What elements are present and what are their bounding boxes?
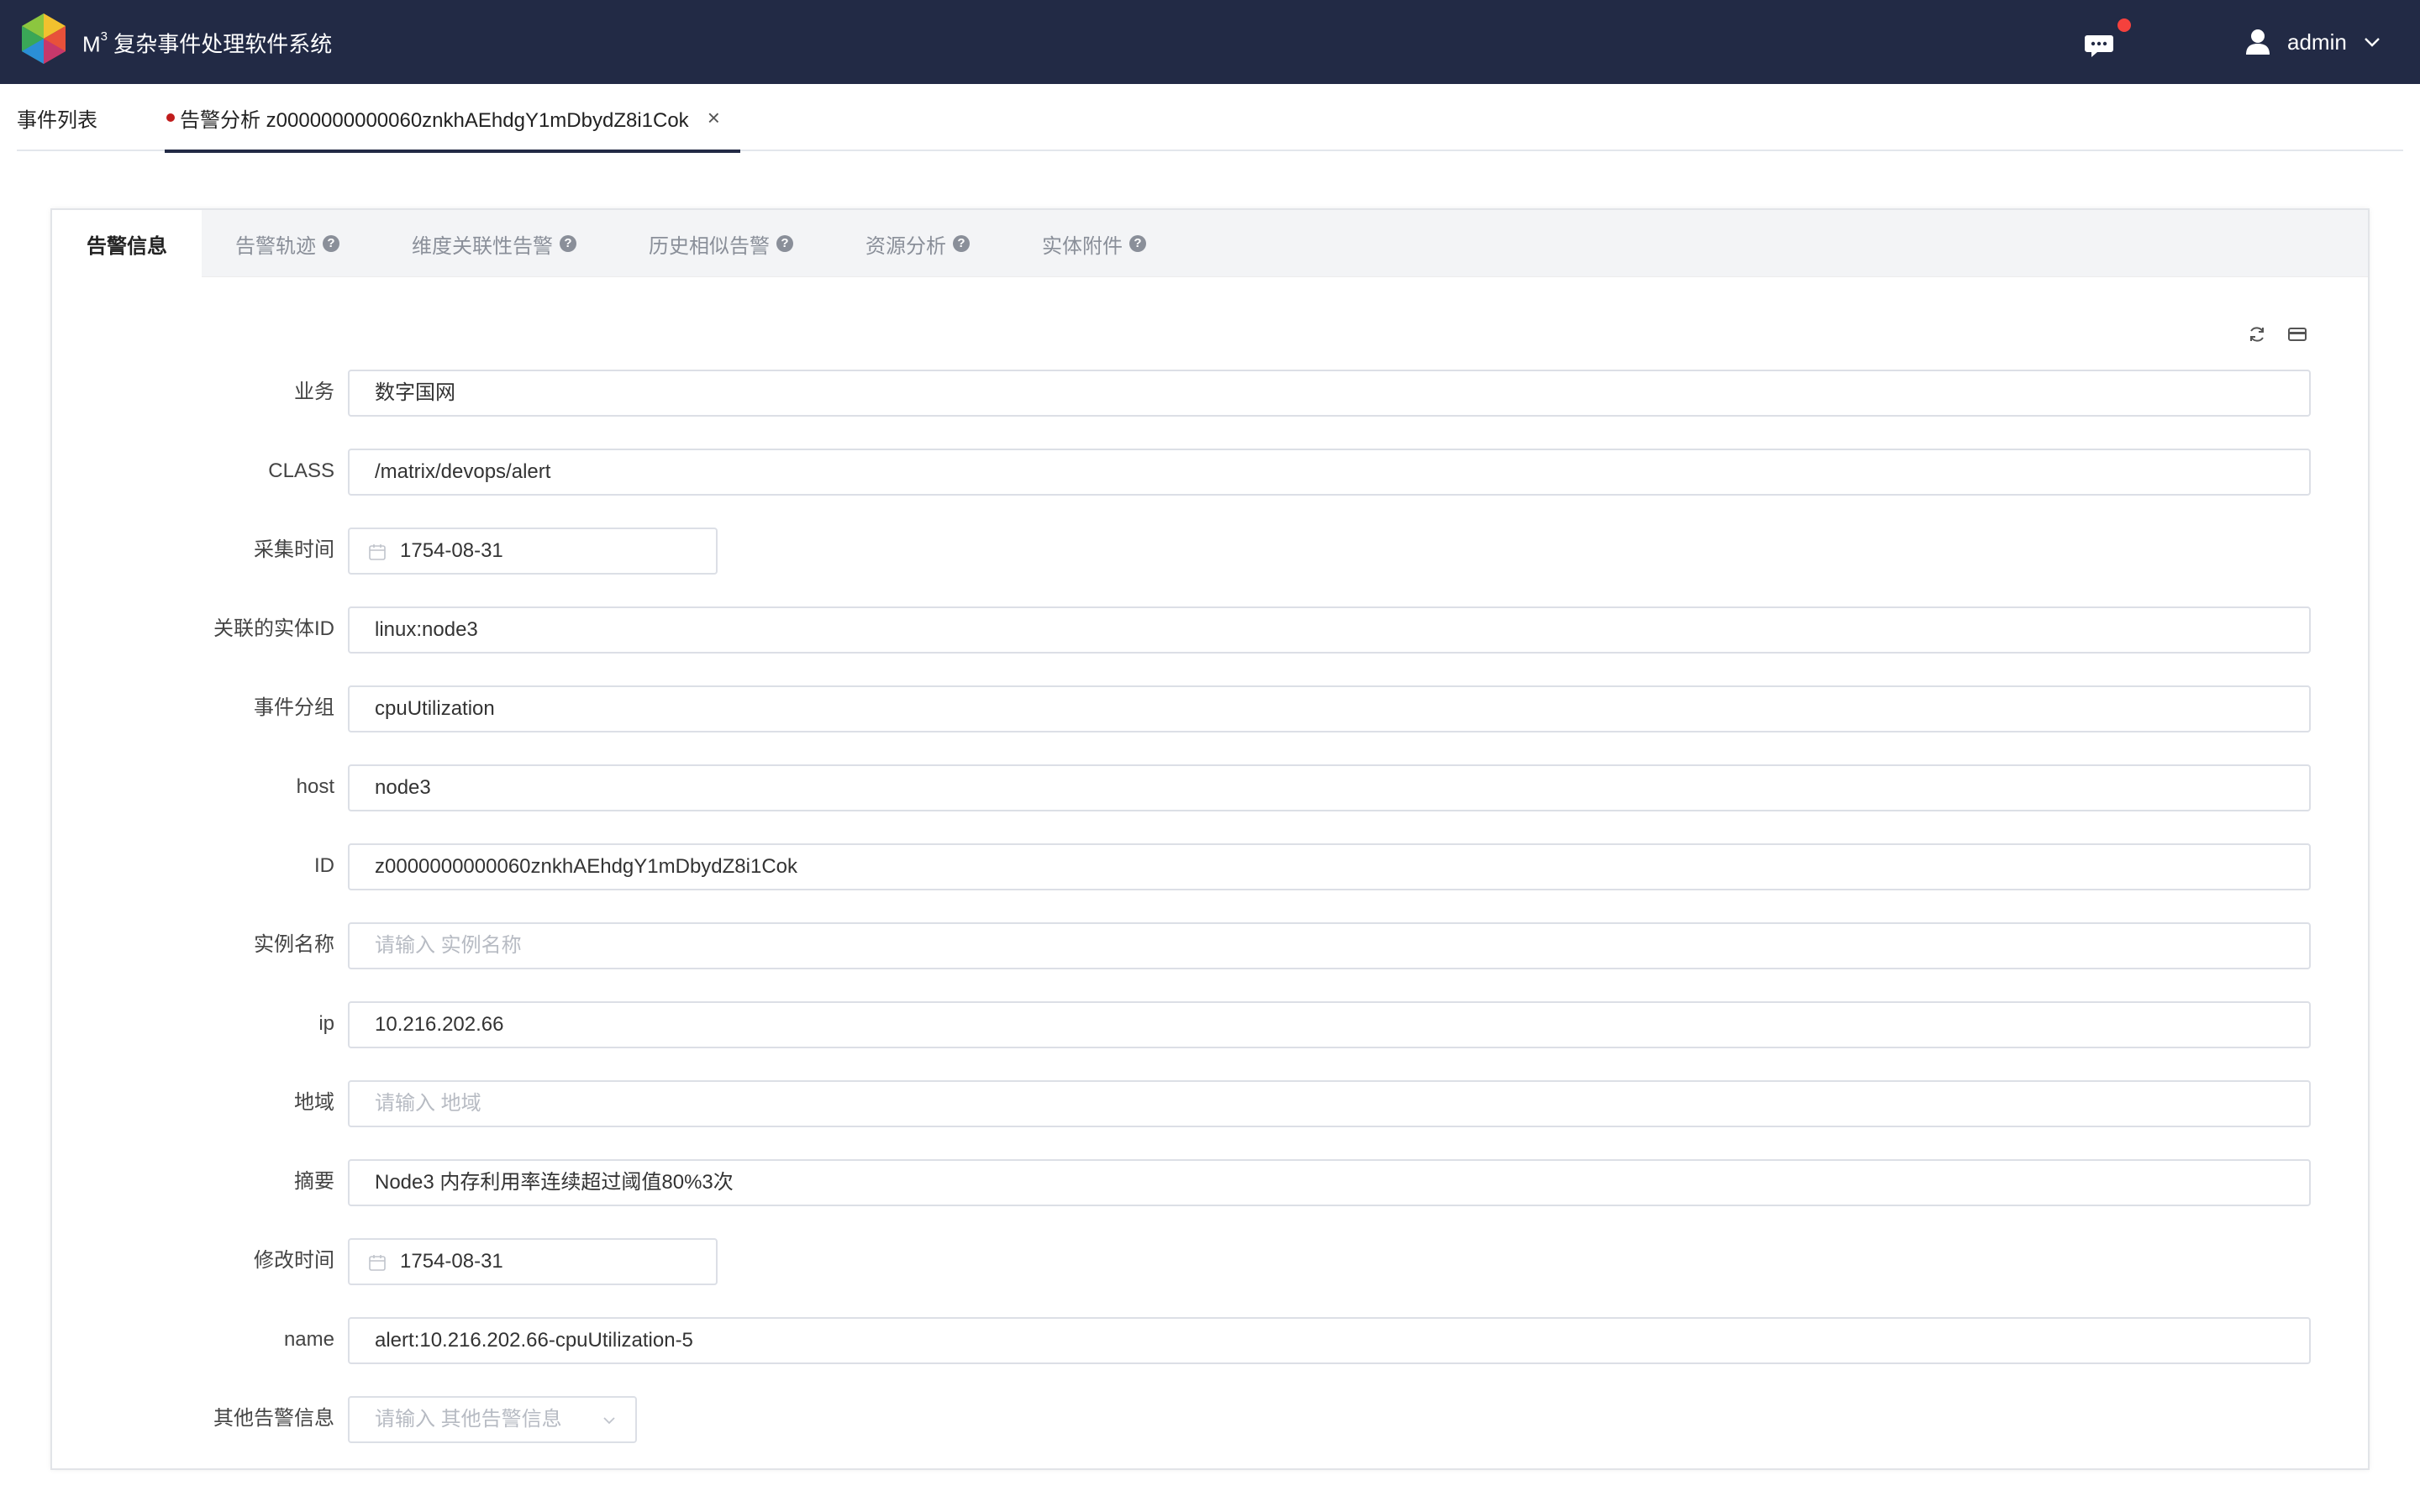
field-label: ip (318, 1012, 334, 1035)
host-field[interactable]: node3 (348, 764, 2311, 811)
tab-entity-attachment[interactable]: 实体附件? (1042, 210, 1146, 277)
message-icon[interactable] (2082, 27, 2119, 60)
field-label: CLASS (268, 459, 334, 482)
page-tabs: 事件列表 告警分析 z0000000000060znkhAEhdgY1mDbyd… (17, 84, 2403, 153)
chevron-down-icon (603, 1417, 615, 1425)
class-field[interactable]: /matrix/devops/alert (348, 449, 2311, 496)
user-menu[interactable]: admin (2245, 24, 2381, 60)
region-field[interactable]: 请输入 地域 (348, 1080, 2311, 1127)
form-row-name: name alert:10.216.202.66-cpuUtilization-… (52, 1317, 2368, 1366)
field-label: 事件分组 (254, 696, 334, 719)
alert-detail-card: 告警信息 告警轨迹? 维度关联性告警? 历史相似告警? 资源分析? 实体附件? … (50, 208, 2370, 1470)
field-label: 关联的实体ID (213, 617, 334, 640)
form-row-instance-name: 实例名称 请输入 实例名称 (52, 922, 2368, 971)
tab-dimension-correlation[interactable]: 维度关联性告警? (412, 210, 576, 277)
event-group-field[interactable]: cpuUtilization (348, 685, 2311, 732)
field-label: name (283, 1328, 334, 1351)
app-title: M3 复杂事件处理软件系统 (82, 29, 333, 57)
app-logo-icon (22, 13, 66, 64)
tab-resource-analysis[interactable]: 资源分析? (865, 210, 970, 277)
tab-alert-trace[interactable]: 告警轨迹? (235, 210, 339, 277)
calendar-icon (369, 1255, 386, 1271)
field-label: 采集时间 (254, 538, 334, 561)
user-icon (2246, 29, 2270, 55)
form-row-event-group: 事件分组 cpuUtilization (52, 685, 2368, 734)
field-label: 实例名称 (254, 933, 334, 956)
form-row-region: 地域 请输入 地域 (52, 1080, 2368, 1129)
form-row-other-alerts: 其他告警信息 请输入 其他告警信息 (52, 1396, 2368, 1445)
calendar-icon (369, 544, 386, 560)
field-label: 修改时间 (254, 1249, 334, 1272)
tab-alert-info[interactable]: 告警信息 (52, 210, 202, 277)
name-field[interactable]: alert:10.216.202.66-cpuUtilization-5 (348, 1317, 2311, 1364)
chevron-down-icon (2364, 38, 2380, 47)
help-icon[interactable]: ? (323, 235, 339, 252)
form-row-summary: 摘要 Node3 内存利用率连续超过阈值80%3次 (52, 1159, 2368, 1208)
help-icon[interactable]: ? (1129, 235, 1146, 252)
help-icon[interactable]: ? (776, 235, 793, 252)
other-alerts-select[interactable]: 请输入 其他告警信息 (348, 1396, 637, 1443)
instance-name-field[interactable]: 请输入 实例名称 (348, 922, 2311, 969)
form-row-id: ID z0000000000060znkhAEhdgY1mDbydZ8i1Cok (52, 843, 2368, 892)
ip-field[interactable]: 10.216.202.66 (348, 1001, 2311, 1048)
tab-event-list[interactable]: 事件列表 (17, 84, 97, 151)
refresh-icon[interactable] (2247, 324, 2267, 344)
id-field[interactable]: z0000000000060znkhAEhdgY1mDbydZ8i1Cok (348, 843, 2311, 890)
modify-time-picker[interactable]: 1754-08-31 (348, 1238, 718, 1285)
summary-field[interactable]: Node3 内存利用率连续超过阈值80%3次 (348, 1159, 2311, 1206)
field-label: 地域 (294, 1091, 334, 1114)
field-label: 业务 (294, 381, 334, 403)
detail-subtabs: 告警信息 告警轨迹? 维度关联性告警? 历史相似告警? 资源分析? 实体附件? (52, 210, 2368, 277)
help-icon[interactable]: ? (953, 235, 970, 252)
help-icon[interactable]: ? (560, 235, 576, 252)
entity-id-field[interactable]: linux:node3 (348, 606, 2311, 654)
card-icon[interactable] (2287, 324, 2307, 344)
form-row-business: 业务 数字国网 (52, 370, 2368, 418)
close-icon[interactable]: × (708, 105, 720, 131)
notification-badge (2116, 17, 2133, 34)
field-label: ID (314, 854, 334, 877)
tab-alert-analysis[interactable]: 告警分析 z0000000000060znkhAEhdgY1mDbydZ8i1C… (150, 84, 740, 153)
business-field[interactable]: 数字国网 (348, 370, 2311, 417)
form-row-collect-time: 采集时间 1754-08-31 (52, 528, 2368, 576)
form-row-ip: ip 10.216.202.66 (52, 1001, 2368, 1050)
form-row-class: CLASS /matrix/devops/alert (52, 449, 2368, 497)
form-row-modify-time: 修改时间 1754-08-31 (52, 1238, 2368, 1287)
field-label: 摘要 (294, 1170, 334, 1193)
field-label: 其他告警信息 (213, 1407, 334, 1430)
top-bar: M3 复杂事件处理软件系统 admin (0, 0, 2420, 84)
unsaved-dot (166, 113, 175, 122)
tab-alert-analysis-label: 告警分析 z0000000000060znkhAEhdgY1mDbydZ8i1C… (180, 108, 689, 132)
form-row-entity-id: 关联的实体ID linux:node3 (52, 606, 2368, 655)
form-row-host: host node3 (52, 764, 2368, 813)
field-label: host (296, 775, 334, 798)
tab-history-similar[interactable]: 历史相似告警? (649, 210, 793, 277)
user-name: admin (2287, 29, 2347, 55)
collect-time-picker[interactable]: 1754-08-31 (348, 528, 718, 575)
